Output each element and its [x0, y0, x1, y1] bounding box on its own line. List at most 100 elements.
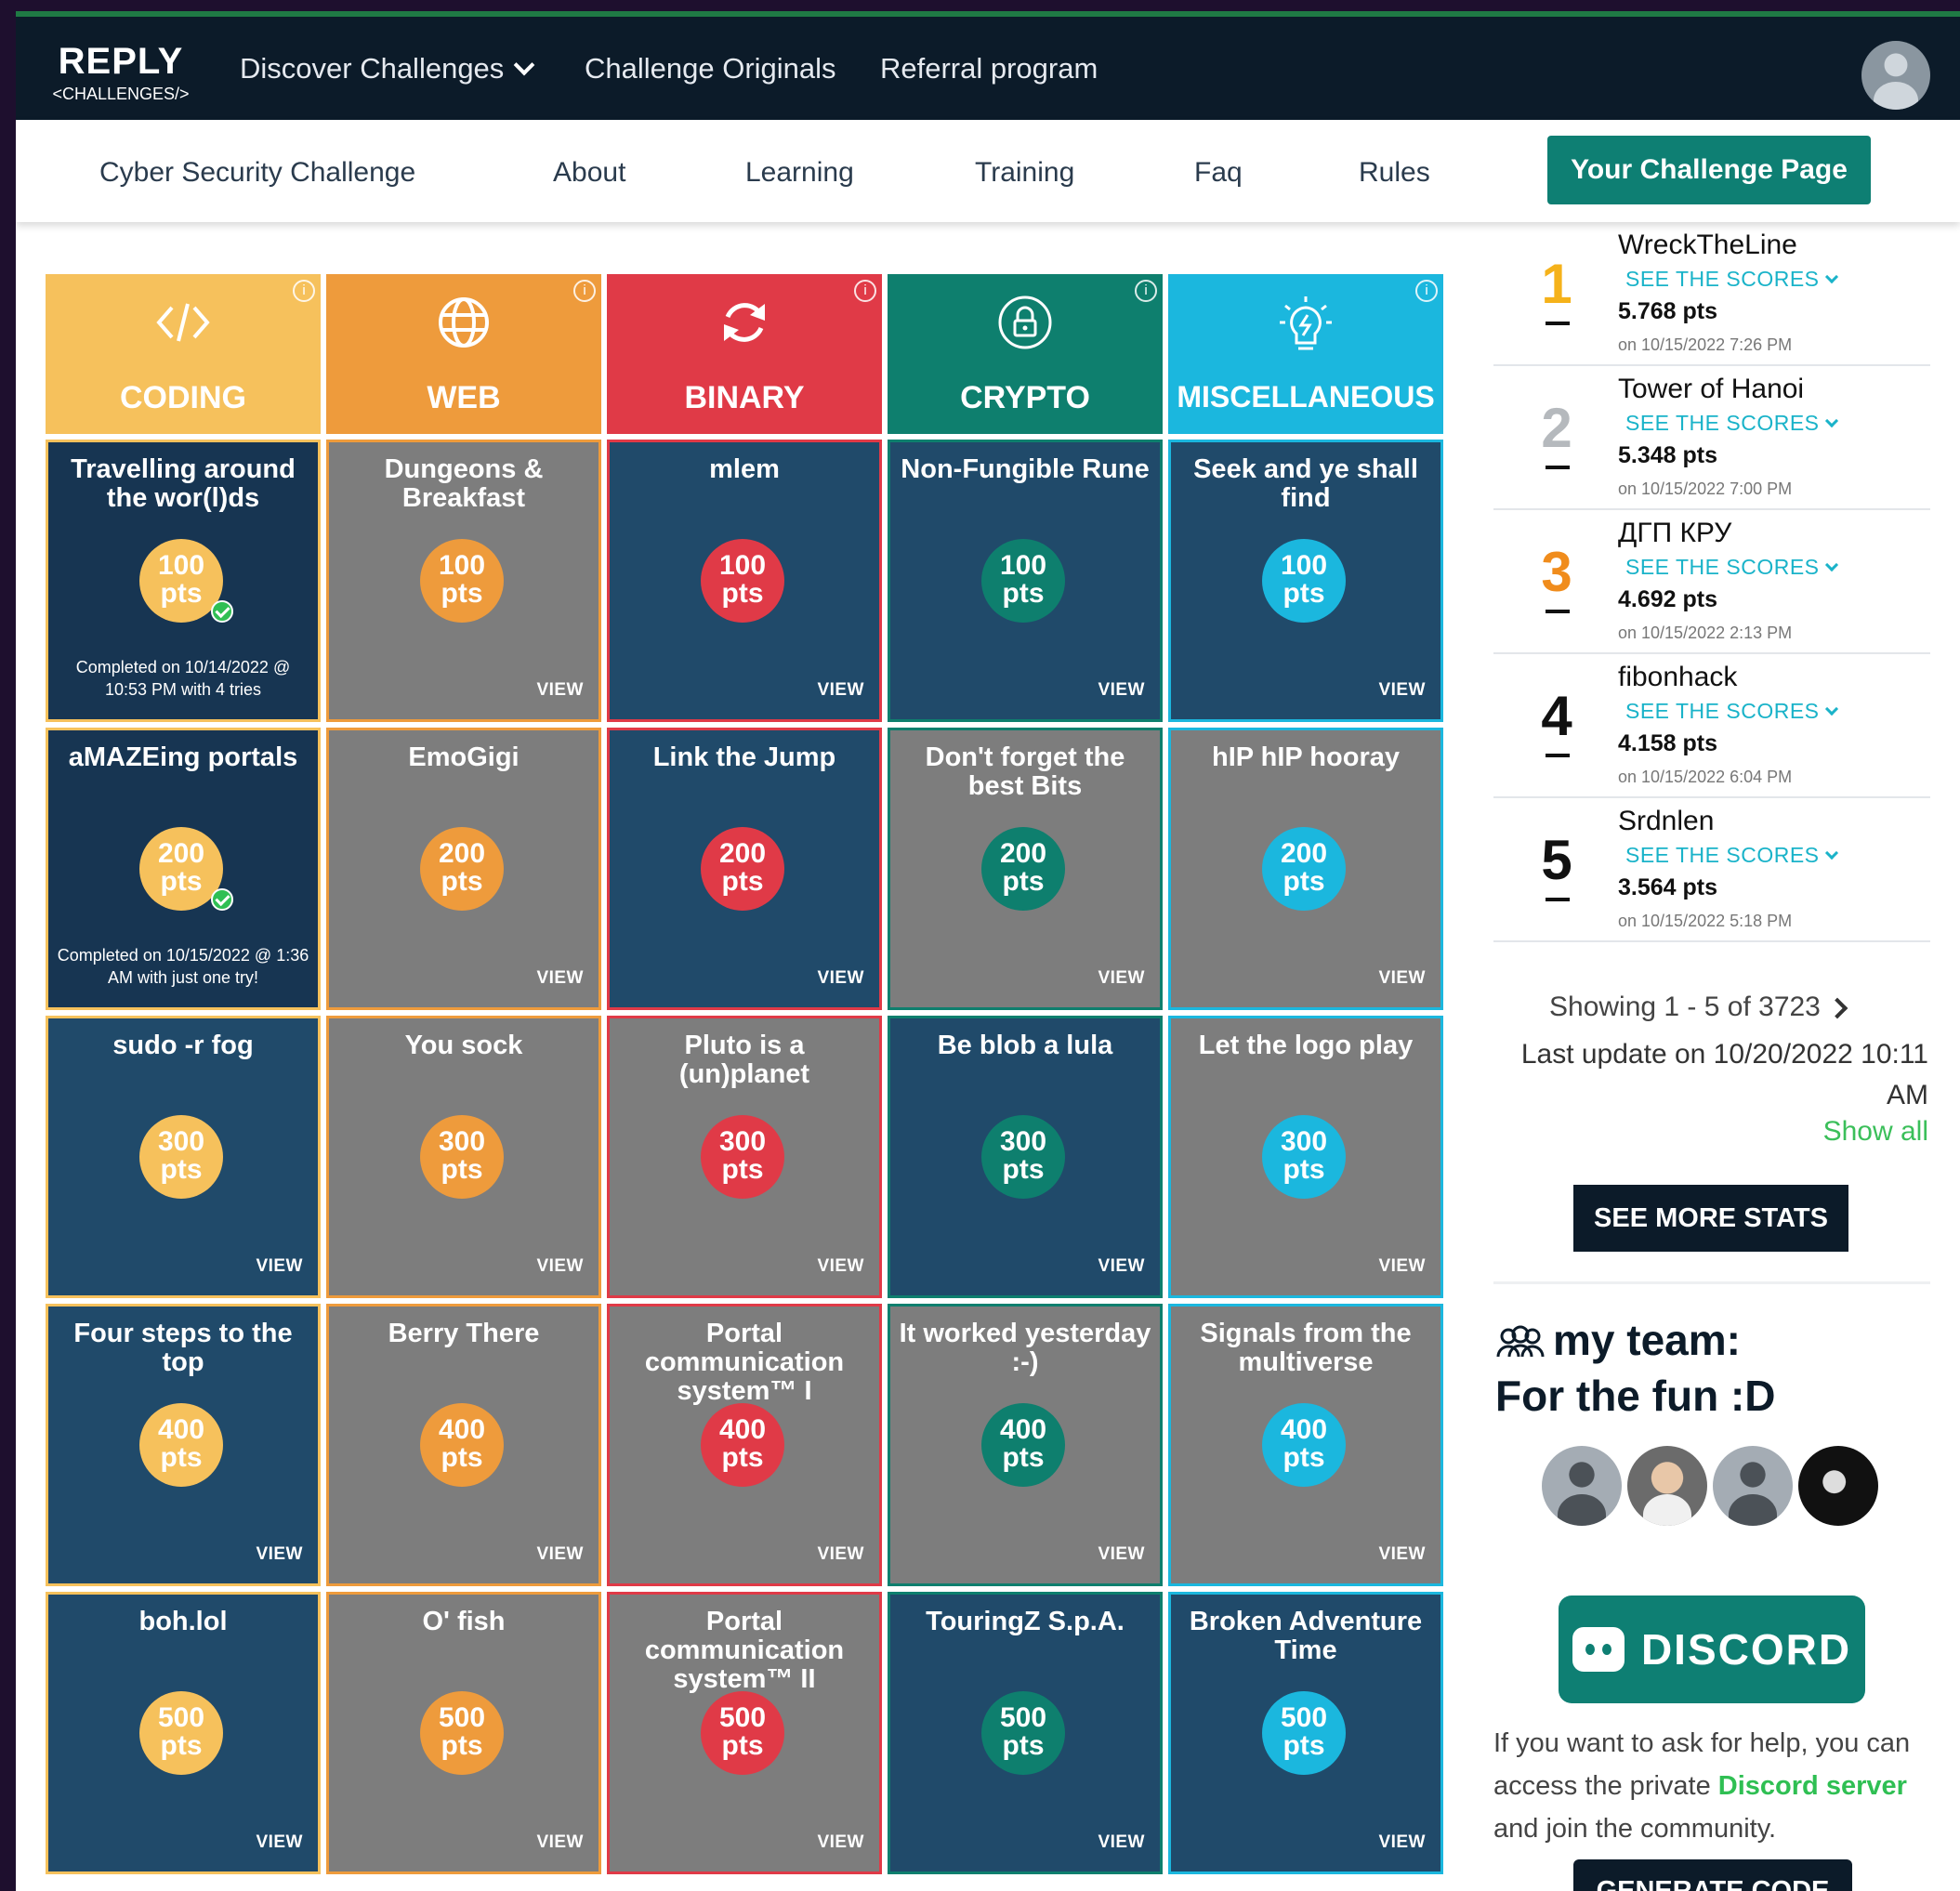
see-scores-toggle[interactable]: SEE THE SCORES [1625, 699, 1838, 724]
challenge-card[interactable]: Don't forget the best Bits 200 pts VIEW [888, 728, 1163, 1010]
view-link[interactable]: VIEW [1378, 968, 1426, 989]
generate-code-button[interactable]: GENERATE CODE [1573, 1859, 1852, 1891]
challenge-title: EmoGigi [408, 742, 520, 772]
team-name-link[interactable]: Tower of Hanoi [1618, 374, 1804, 405]
team-name-link[interactable]: ДГП КРУ [1618, 518, 1731, 549]
subnav-cyber-security-challenge[interactable]: Cyber Security Challenge [99, 157, 415, 189]
subnav-training[interactable]: Training [975, 157, 1074, 189]
team-name-link[interactable]: fibonhack [1618, 662, 1737, 693]
subnav-rules[interactable]: Rules [1359, 157, 1430, 189]
points-unit: pts [441, 578, 483, 609]
challenge-card[interactable]: You sock 300 pts VIEW [326, 1016, 601, 1298]
see-scores-toggle[interactable]: SEE THE SCORES [1625, 555, 1838, 580]
info-icon[interactable]: i [293, 280, 315, 302]
view-link[interactable]: VIEW [1378, 1256, 1426, 1277]
challenge-card[interactable]: Non-Fungible Rune 100 pts VIEW [888, 440, 1163, 722]
team-member-avatar[interactable] [1542, 1446, 1622, 1526]
challenge-card[interactable]: Portal communication system™ I 400 pts VIEW [607, 1304, 882, 1586]
challenge-card[interactable]: Travelling around the wor(l)ds 100 pts Comp… [46, 440, 321, 722]
challenge-card[interactable]: Berry There 400 pts VIEW [326, 1304, 601, 1586]
view-link[interactable]: VIEW [1378, 1544, 1426, 1565]
view-link[interactable]: VIEW [817, 1832, 864, 1853]
info-icon[interactable]: i [1135, 280, 1157, 302]
challenge-card[interactable]: EmoGigi 200 pts VIEW [326, 728, 601, 1010]
view-link[interactable]: VIEW [817, 1256, 864, 1277]
page-frame: REPLY <CHALLENGES/> Discover Challenges … [16, 11, 1960, 1891]
category-web[interactable]: i WEB [326, 274, 601, 434]
points-unit: pts [1002, 1730, 1045, 1761]
challenge-card[interactable]: Let the logo play 300 pts VIEW [1168, 1016, 1443, 1298]
team-member-avatar[interactable] [1713, 1446, 1793, 1526]
view-link[interactable]: VIEW [536, 680, 584, 701]
category-coding[interactable]: i CODING [46, 274, 321, 434]
challenge-card[interactable]: Be blob a lula 300 pts VIEW [888, 1016, 1163, 1298]
challenge-card[interactable]: Link the Jump 200 pts VIEW [607, 728, 882, 1010]
category-miscellaneous[interactable]: i MISCELLANEOUS [1168, 274, 1443, 434]
challenge-card[interactable]: sudo -r fog 300 pts VIEW [46, 1016, 321, 1298]
view-link[interactable]: VIEW [1378, 1832, 1426, 1853]
nav-challenge-originals[interactable]: Challenge Originals [585, 52, 836, 85]
info-icon[interactable]: i [1415, 280, 1438, 302]
your-challenge-page-button[interactable]: Your Challenge Page [1547, 136, 1871, 204]
category-crypto[interactable]: i CRYPTO [888, 274, 1163, 434]
challenge-card[interactable]: Pluto is a (un)planet 300 pts VIEW [607, 1016, 882, 1298]
challenge-card[interactable]: O' fish 500 pts VIEW [326, 1592, 601, 1874]
view-link[interactable]: VIEW [256, 1832, 303, 1853]
points-value: 500 [1280, 1702, 1328, 1733]
show-all-link[interactable]: Show all [1823, 1116, 1928, 1148]
challenge-card[interactable]: aMAZEing portals 200 pts Completed on 10/15… [46, 728, 321, 1010]
challenge-card[interactable]: Portal communication system™ II 500 pts VIE… [607, 1592, 882, 1874]
discord-server-link[interactable]: Discord server [1718, 1771, 1907, 1801]
challenge-card[interactable]: boh.lol 500 pts VIEW [46, 1592, 321, 1874]
view-link[interactable]: VIEW [1098, 1832, 1145, 1853]
nav-referral-program[interactable]: Referral program [880, 52, 1098, 85]
view-link[interactable]: VIEW [1098, 1256, 1145, 1277]
discord-icon [1572, 1627, 1625, 1672]
see-more-stats-button[interactable]: SEE MORE STATS [1573, 1185, 1848, 1252]
view-link[interactable]: VIEW [1098, 680, 1145, 701]
view-link[interactable]: VIEW [1098, 968, 1145, 989]
challenge-card[interactable]: Broken Adventure Time 500 pts VIEW [1168, 1592, 1443, 1874]
subnav-about[interactable]: About [553, 157, 625, 189]
team-name-link[interactable]: Srdnlen [1618, 806, 1714, 837]
subnav-learning[interactable]: Learning [745, 157, 854, 189]
team-member-avatar[interactable] [1798, 1446, 1878, 1526]
challenge-card[interactable]: hIP hIP hooray 200 pts VIEW [1168, 728, 1443, 1010]
view-link[interactable]: VIEW [1378, 680, 1426, 701]
reply-challenges-logo[interactable]: REPLY <CHALLENGES/> [42, 41, 200, 106]
team-points: 5.768 pts [1618, 298, 1718, 324]
view-link[interactable]: VIEW [536, 1256, 584, 1277]
info-icon[interactable]: i [573, 280, 596, 302]
team-name-link[interactable]: WreckTheLine [1618, 230, 1797, 261]
category-binary[interactable]: i BINARY [607, 274, 882, 434]
points-value: 400 [999, 1414, 1047, 1445]
view-link[interactable]: VIEW [256, 1256, 303, 1277]
challenge-card[interactable]: Dungeons & Breakfast 100 pts VIEW [326, 440, 601, 722]
subnav-faq[interactable]: Faq [1194, 157, 1243, 189]
view-link[interactable]: VIEW [536, 1544, 584, 1565]
points-badge: 500 pts [701, 1691, 784, 1775]
view-link[interactable]: VIEW [817, 680, 864, 701]
view-link[interactable]: VIEW [1098, 1544, 1145, 1565]
showing-label: Showing 1 - 5 of 3723 [1549, 991, 1821, 1022]
challenge-card[interactable]: Signals from the multiverse 400 pts VIEW [1168, 1304, 1443, 1586]
chevron-right-icon[interactable] [1826, 997, 1848, 1019]
view-link[interactable]: VIEW [256, 1544, 303, 1565]
info-icon[interactable]: i [854, 280, 876, 302]
view-link[interactable]: VIEW [817, 1544, 864, 1565]
challenge-card[interactable]: mlem 100 pts VIEW [607, 440, 882, 722]
team-member-avatar[interactable] [1627, 1446, 1707, 1526]
see-scores-toggle[interactable]: SEE THE SCORES [1625, 267, 1838, 292]
see-scores-toggle[interactable]: SEE THE SCORES [1625, 843, 1838, 868]
view-link[interactable]: VIEW [817, 968, 864, 989]
nav-discover-challenges[interactable]: Discover Challenges [240, 52, 535, 85]
user-avatar[interactable] [1861, 41, 1930, 110]
challenge-card[interactable]: Seek and ye shall find 100 pts VIEW [1168, 440, 1443, 722]
view-link[interactable]: VIEW [536, 968, 584, 989]
see-scores-toggle[interactable]: SEE THE SCORES [1625, 411, 1838, 436]
discord-button[interactable]: DISCORD [1559, 1596, 1865, 1703]
challenge-card[interactable]: Four steps to the top 400 pts VIEW [46, 1304, 321, 1586]
view-link[interactable]: VIEW [536, 1832, 584, 1853]
challenge-card[interactable]: TouringZ S.p.A. 500 pts VIEW [888, 1592, 1163, 1874]
challenge-card[interactable]: It worked yesterday :-) 400 pts VIEW [888, 1304, 1163, 1586]
